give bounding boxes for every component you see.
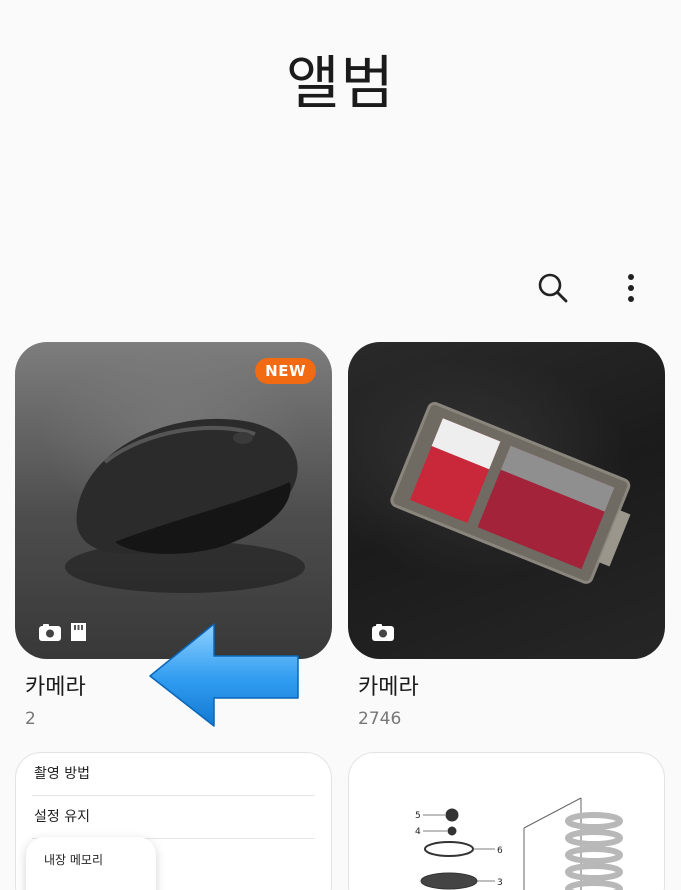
svg-text:3: 3 xyxy=(497,878,503,888)
album-settings-screenshots[interactable]: 촬영 방법 설정 유지 내장 메모리 xyxy=(15,752,332,890)
pointer-arrow-annotation xyxy=(149,623,299,727)
sd-card-icon xyxy=(71,623,86,641)
search-button[interactable] xyxy=(533,268,573,308)
menu-item-keep-settings: 설정 유지 xyxy=(32,796,315,839)
camera-icon xyxy=(39,623,61,641)
search-icon xyxy=(538,273,568,303)
camera-icon xyxy=(372,624,394,641)
svg-text:4: 4 xyxy=(415,827,421,837)
storage-popup: 내장 메모리 xyxy=(26,837,156,890)
toolbar xyxy=(533,268,651,308)
album-diagram[interactable]: 5 4 6 3 xyxy=(348,752,665,890)
svg-text:5: 5 xyxy=(415,811,421,821)
more-vertical-icon xyxy=(628,274,634,302)
menu-item-shooting-method: 촬영 방법 xyxy=(32,753,315,796)
album-camera[interactable]: 카메라 2746 xyxy=(348,342,665,729)
svg-text:6: 6 xyxy=(497,846,503,856)
album-count: 2746 xyxy=(358,709,402,729)
page-title: 앨범 xyxy=(286,49,395,117)
album-thumbnail[interactable]: NEW xyxy=(15,342,332,659)
album-name: 카메라 xyxy=(358,675,419,700)
more-options-button[interactable] xyxy=(611,268,651,308)
sd-tray-photo xyxy=(390,401,631,584)
parts-diagram: 5 4 6 3 xyxy=(415,797,623,890)
album-thumbnail[interactable] xyxy=(348,342,665,659)
mouse-photo xyxy=(65,418,305,593)
new-badge: NEW xyxy=(255,358,316,384)
popup-label: 내장 메모리 xyxy=(44,853,104,867)
